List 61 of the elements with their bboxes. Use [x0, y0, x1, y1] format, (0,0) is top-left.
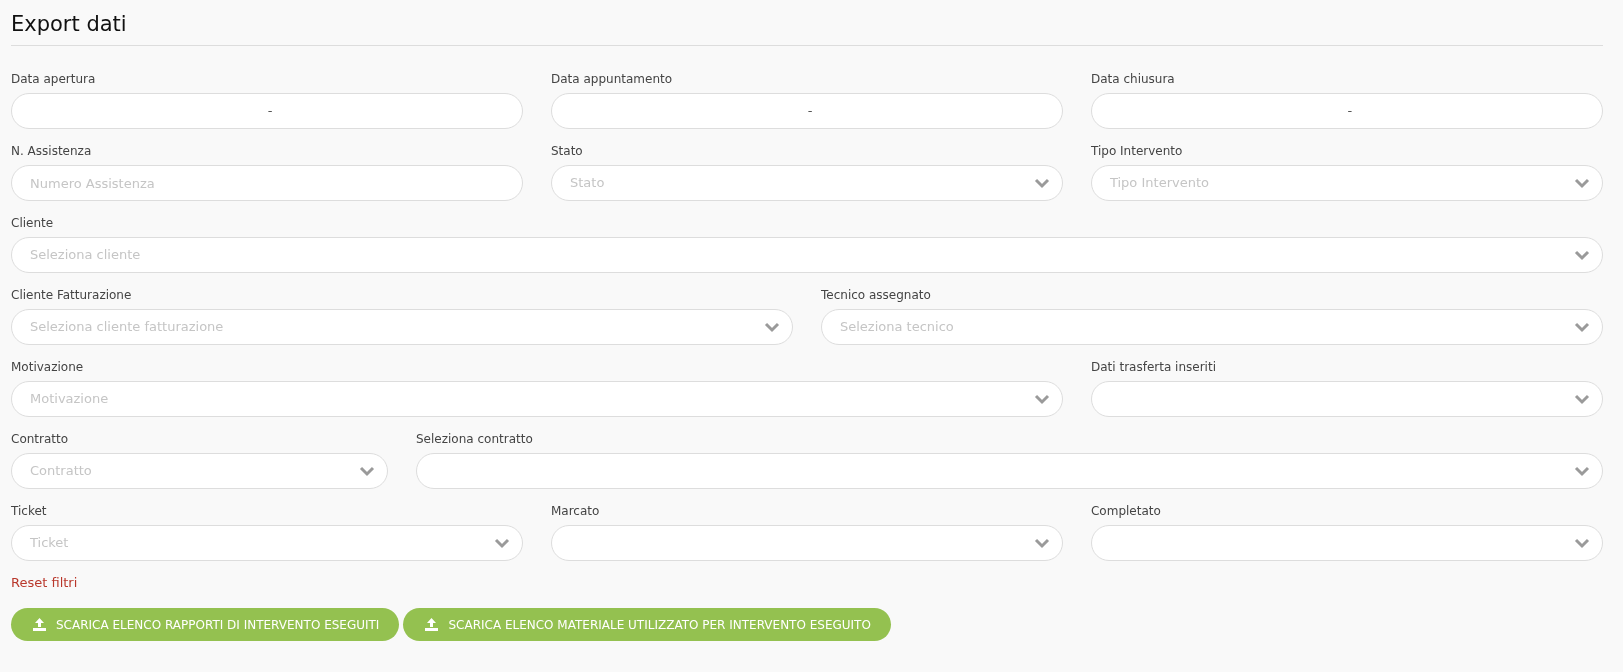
- chevron-down-icon: [764, 321, 780, 334]
- chevron-down-icon: [1573, 537, 1590, 550]
- reset-filters-link[interactable]: Reset filtri: [11, 573, 78, 593]
- input-field[interactable]: Numero Assistenza: [11, 165, 523, 202]
- field-label: Seleziona contratto: [416, 431, 533, 448]
- select-placeholder: Tipo Intervento: [1109, 174, 1210, 193]
- select-field[interactable]: Contratto: [11, 453, 388, 490]
- chevron-down-icon: [1033, 177, 1050, 190]
- select-field[interactable]: [1090, 525, 1603, 562]
- chevron-down-icon: [1574, 321, 1590, 334]
- upload-icon: [425, 618, 439, 632]
- field-label: N. Assistenza: [11, 143, 92, 160]
- field-label: Data appuntamento: [551, 71, 673, 88]
- chevron-down-icon: [1034, 393, 1050, 406]
- field-label: Data apertura: [11, 71, 96, 88]
- select-field[interactable]: Seleziona tecnico: [821, 309, 1603, 346]
- field-label: Marcato: [551, 503, 600, 520]
- select-field[interactable]: Seleziona cliente: [11, 237, 1603, 274]
- chevron-down-icon: [494, 537, 510, 550]
- select-placeholder: Ticket: [30, 534, 70, 553]
- field-label: Data chiusura: [1090, 71, 1175, 88]
- select-field[interactable]: [551, 525, 1063, 562]
- upload-icon: [33, 618, 46, 632]
- select-placeholder: Seleziona tecnico: [840, 318, 955, 337]
- select-field[interactable]: Motivazione: [11, 381, 1063, 418]
- select-placeholder: Stato: [570, 174, 606, 193]
- download-button[interactable]: SCARICA ELENCO MATERIALE UTILIZZATO PER INTERVENTO ESEGUITO: [403, 608, 891, 642]
- range-separator: -: [806, 102, 814, 121]
- select-field[interactable]: [1091, 381, 1603, 418]
- select-field[interactable]: Stato: [551, 165, 1063, 202]
- field-label: Tecnico assegnato: [821, 287, 931, 304]
- date-range-field[interactable]: -: [1090, 93, 1603, 130]
- download-button[interactable]: SCARICA ELENCO RAPPORTI DI INTERVENTO ESEGUITI: [11, 608, 400, 642]
- chevron-down-icon: [1574, 465, 1590, 478]
- chevron-down-icon: [359, 465, 375, 478]
- chevron-down-icon: [1573, 393, 1590, 406]
- select-field[interactable]: Ticket: [11, 525, 523, 562]
- field-label: Cliente: [11, 215, 54, 232]
- field-label: Ticket: [11, 503, 47, 520]
- field-label: Contratto: [11, 431, 69, 448]
- field-label: Dati trasferta inseriti: [1091, 359, 1216, 376]
- range-separator: -: [1346, 102, 1354, 121]
- select-placeholder: Seleziona cliente fatturazione: [30, 318, 225, 337]
- chevron-down-icon: [1573, 177, 1590, 190]
- date-range-field[interactable]: -: [11, 93, 523, 130]
- range-separator: -: [266, 102, 274, 121]
- select-placeholder: Seleziona cliente: [30, 246, 142, 265]
- field-label: Stato: [551, 143, 583, 160]
- field-label: Completato: [1090, 503, 1161, 520]
- select-field[interactable]: [416, 453, 1603, 490]
- select-placeholder: Motivazione: [30, 390, 110, 409]
- field-label: Tipo Intervento: [1090, 143, 1183, 160]
- select-field[interactable]: Seleziona cliente fatturazione: [11, 309, 793, 346]
- field-label: Cliente Fatturazione: [11, 287, 132, 304]
- date-range-field[interactable]: -: [551, 93, 1063, 130]
- field-label: Motivazione: [11, 359, 84, 376]
- page-title: Export dati: [11, 12, 1603, 47]
- select-field[interactable]: Tipo Intervento: [1090, 165, 1603, 202]
- select-placeholder: Contratto: [30, 462, 93, 481]
- chevron-down-icon: [1033, 537, 1050, 550]
- chevron-down-icon: [1574, 249, 1590, 262]
